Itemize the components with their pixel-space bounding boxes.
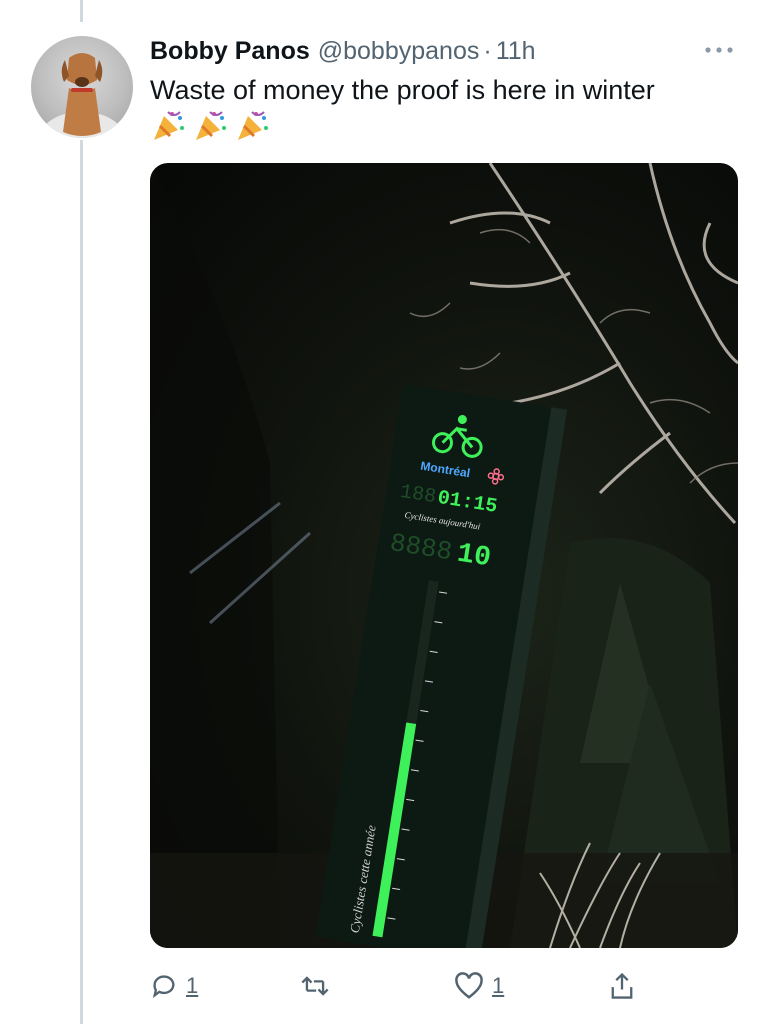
retweet-button[interactable] [300,966,338,1006]
thread-line [80,140,83,1024]
like-icon [455,972,483,999]
like-button[interactable]: 1 [454,966,504,1006]
reply-count: 1 [186,973,199,998]
separator: · [483,36,492,65]
more-options-button[interactable] [702,36,736,64]
tweet-actions: 1 1 [150,966,738,1006]
party-popper-icon [196,111,226,140]
bike-counter-photo: Montréal 01:15 188 Cyclistes aujourd'hui… [150,163,738,948]
handle[interactable]: @bobbypanos [318,37,480,66]
tweet-text: Waste of money the proof is here in wint… [150,75,655,105]
today-count: 10 [455,539,493,575]
reply-icon [152,975,175,999]
emoji-row [150,108,270,144]
avatar[interactable] [31,36,133,138]
retweet-icon [301,976,329,996]
tweet-header: Bobby Panos @bobbypanos · 11h [150,36,730,66]
reply-button[interactable]: 1 [150,966,198,1006]
display-name[interactable]: Bobby Panos [150,37,310,66]
share-button[interactable] [608,966,636,1006]
tweet-photo[interactable]: Montréal 01:15 188 Cyclistes aujourd'hui… [150,163,738,948]
timestamp[interactable]: 11h [496,37,536,66]
more-icon [705,47,733,53]
like-count: 1 [492,973,505,998]
dog-avatar-image [42,53,122,138]
share-icon [611,972,633,999]
thread-line-top [80,0,83,22]
party-popper-icon [154,111,184,140]
party-popper-icon [238,111,268,140]
